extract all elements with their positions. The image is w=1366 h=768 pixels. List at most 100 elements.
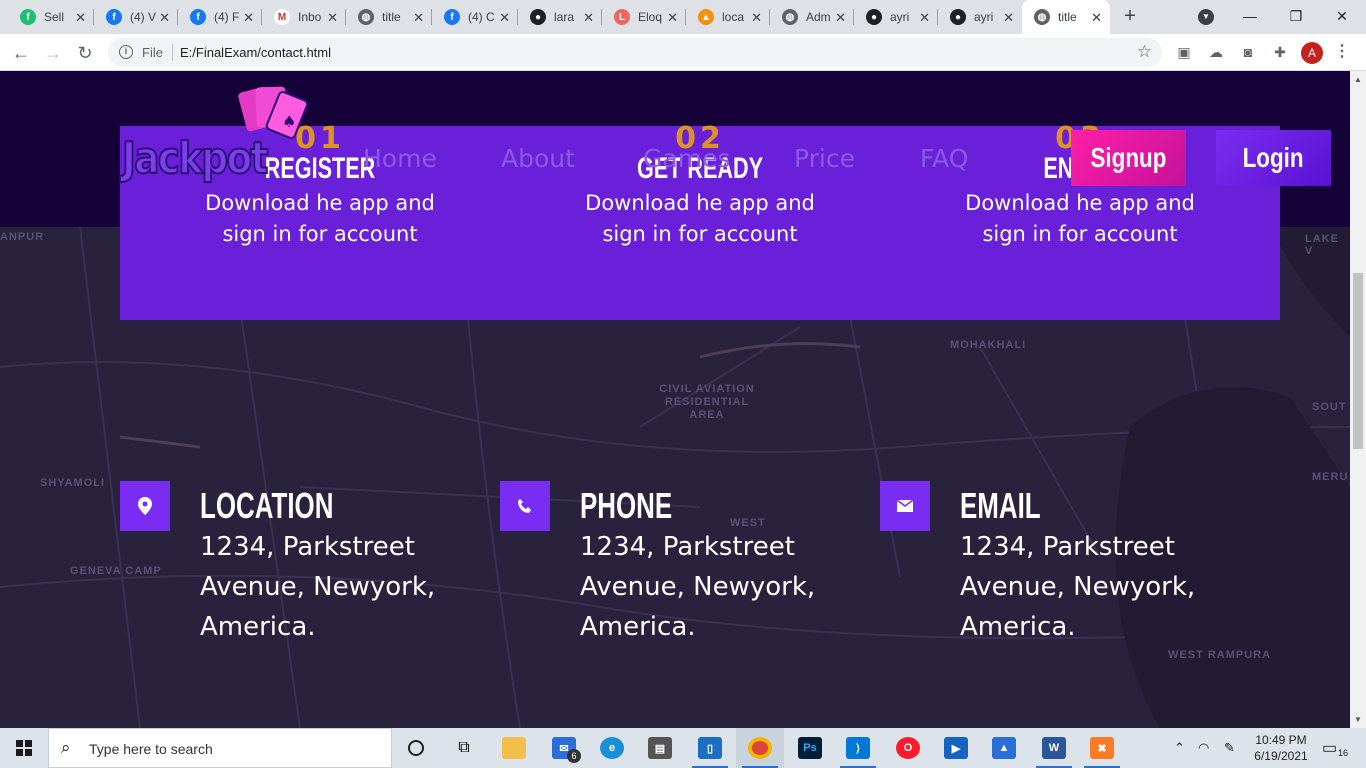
browser-tab[interactable]: ◍ title ✕ — [1022, 0, 1110, 34]
close-tab-icon[interactable]: ✕ — [1091, 10, 1102, 26]
close-tab-icon[interactable]: ✕ — [1003, 10, 1014, 26]
mail-app[interactable]: ✉ 6 — [540, 728, 588, 768]
cortana-button[interactable] — [392, 728, 440, 768]
scrollbar-thumb[interactable] — [1353, 273, 1363, 449]
facebook-icon: f — [190, 9, 206, 25]
map-pin-icon — [120, 481, 170, 531]
close-tab-icon[interactable]: ✕ — [751, 10, 762, 26]
laravel-icon: L — [614, 9, 630, 25]
photos-app[interactable]: ▲ — [980, 728, 1028, 768]
close-tab-icon[interactable]: ✕ — [413, 10, 424, 26]
tab-title: ayri — [890, 10, 910, 24]
film-icon: ▶ — [944, 737, 968, 759]
phone-icon — [500, 481, 550, 531]
word-app[interactable]: W — [1030, 728, 1078, 768]
close-tab-icon[interactable]: ✕ — [835, 10, 846, 26]
camera-extension-icon[interactable]: ◙ — [1239, 43, 1257, 61]
scroll-up-icon[interactable]: ▲ — [1354, 75, 1362, 84]
chevron-up-icon[interactable]: ⌃ — [1174, 740, 1185, 756]
reload-button[interactable]: ↻ — [72, 40, 98, 66]
browser-tab[interactable]: ● ayri ✕ — [938, 0, 1022, 34]
tab-title: Sell — [44, 10, 65, 24]
extensions-puzzle-icon[interactable]: ✚ — [1271, 43, 1289, 61]
contact-title: LOCATION — [200, 485, 334, 526]
pdf-extension-icon[interactable]: ▣ — [1175, 43, 1193, 61]
remote-app[interactable]: ▯ — [686, 728, 734, 768]
movies-app[interactable]: ▶ — [932, 728, 980, 768]
browser-tab[interactable]: f (4) F ✕ — [178, 0, 262, 34]
address-bar[interactable]: i File E:/FinalExam/contact.html ☆ — [108, 38, 1162, 67]
edge-app[interactable]: e — [588, 728, 636, 768]
login-button[interactable]: Login — [1216, 130, 1331, 186]
nav-link-games[interactable]: Games — [643, 144, 730, 173]
github-icon: ● — [530, 9, 546, 25]
browser-tab-strip: f Sell ✕ f (4) V ✕ f (4) F ✕ M Inbo ✕ ◍ title ✕ f (4) C ✕… — [0, 0, 1366, 34]
search-placeholder: Type here to search — [89, 741, 213, 757]
site-logo[interactable]: ♠ Jackpot — [121, 83, 322, 193]
file-explorer-app[interactable] — [490, 728, 538, 768]
photoshop-app[interactable]: Ps — [786, 728, 834, 768]
restore-button[interactable]: ❐ — [1276, 4, 1316, 28]
opera-app[interactable]: O — [884, 728, 932, 768]
browser-tab[interactable]: ● ayri ✕ — [854, 0, 938, 34]
store-app[interactable]: ▤ — [636, 728, 684, 768]
close-tab-icon[interactable]: ✕ — [243, 10, 254, 26]
close-tab-icon[interactable]: ✕ — [919, 10, 930, 26]
nav-link-home[interactable]: Home — [363, 144, 437, 173]
close-tab-icon[interactable]: ✕ — [667, 10, 678, 26]
map-label: ANPUR — [0, 231, 45, 243]
start-button[interactable] — [0, 728, 48, 768]
new-tab-button[interactable]: + — [1118, 5, 1142, 29]
taskbar-search-box[interactable]: ⌕ Type here to search — [48, 728, 392, 768]
facebook-icon: f — [106, 9, 122, 25]
url-text[interactable]: E:/FinalExam/contact.html — [180, 45, 331, 60]
tab-title: Inbo — [298, 10, 322, 24]
signup-button[interactable]: Signup — [1071, 130, 1186, 186]
scroll-down-icon[interactable]: ▼ — [1354, 715, 1362, 724]
forward-button[interactable]: → — [40, 40, 66, 66]
close-tab-icon[interactable]: ✕ — [75, 10, 86, 26]
browser-tab[interactable]: L Eloq ✕ — [602, 0, 686, 34]
notification-icon[interactable]: ▭ — [1322, 738, 1337, 758]
browser-tab[interactable]: M Inbo ✕ — [262, 0, 346, 34]
pen-icon[interactable]: ✎ — [1224, 740, 1235, 756]
nav-link-about[interactable]: About — [501, 144, 575, 173]
system-clock[interactable]: 10:49 PM 6/19/2021 — [1248, 732, 1314, 764]
nav-link-faq[interactable]: FAQ — [920, 144, 968, 173]
tab-search-button[interactable]: ▼ — [1198, 9, 1214, 25]
network-icon[interactable]: ◠ — [1198, 740, 1209, 756]
task-view-button[interactable]: ⧉ — [440, 728, 488, 768]
browser-tab[interactable]: ◍ Adm ✕ — [770, 0, 854, 34]
fiverr-icon: f — [20, 9, 36, 25]
close-tab-icon[interactable]: ✕ — [327, 10, 338, 26]
nav-link-price[interactable]: Price — [794, 144, 855, 173]
close-tab-icon[interactable]: ✕ — [499, 10, 510, 26]
close-tab-icon[interactable]: ✕ — [583, 10, 594, 26]
minimize-button[interactable]: — — [1230, 4, 1270, 28]
browser-tab[interactable]: ● lara ✕ — [518, 0, 602, 34]
back-button[interactable]: ← — [8, 40, 34, 66]
step-description: Download he app and sign in for account — [205, 191, 435, 246]
site-info-icon[interactable]: i — [119, 45, 133, 59]
chrome-app[interactable] — [736, 728, 784, 768]
bookmark-star-icon[interactable]: ☆ — [1137, 42, 1152, 62]
profile-avatar[interactable]: A — [1301, 42, 1323, 64]
opera-icon: O — [896, 737, 920, 759]
browser-tab[interactable]: ▲ loca ✕ — [686, 0, 770, 34]
browser-menu-icon[interactable]: ⋮ — [1334, 41, 1350, 61]
folder-icon — [502, 737, 526, 759]
vscode-app[interactable]: ⟩ — [834, 728, 882, 768]
cloud-extension-icon[interactable]: ☁ — [1207, 43, 1225, 61]
browser-tab[interactable]: ◍ title ✕ — [346, 0, 432, 34]
close-window-button[interactable]: ✕ — [1322, 4, 1362, 28]
browser-tab[interactable]: f (4) V ✕ — [94, 0, 178, 34]
omnibox-divider — [172, 44, 173, 61]
xampp-app[interactable]: ✖ — [1078, 728, 1126, 768]
github-icon: ● — [866, 9, 882, 25]
close-tab-icon[interactable]: ✕ — [159, 10, 170, 26]
map-label: MERU — [1312, 471, 1349, 483]
browser-tab[interactable]: f Sell ✕ — [8, 0, 94, 34]
notification-count: 16 — [1337, 748, 1348, 758]
vertical-scrollbar[interactable]: ▲ ▼ — [1350, 71, 1366, 728]
browser-tab[interactable]: f (4) C ✕ — [432, 0, 518, 34]
